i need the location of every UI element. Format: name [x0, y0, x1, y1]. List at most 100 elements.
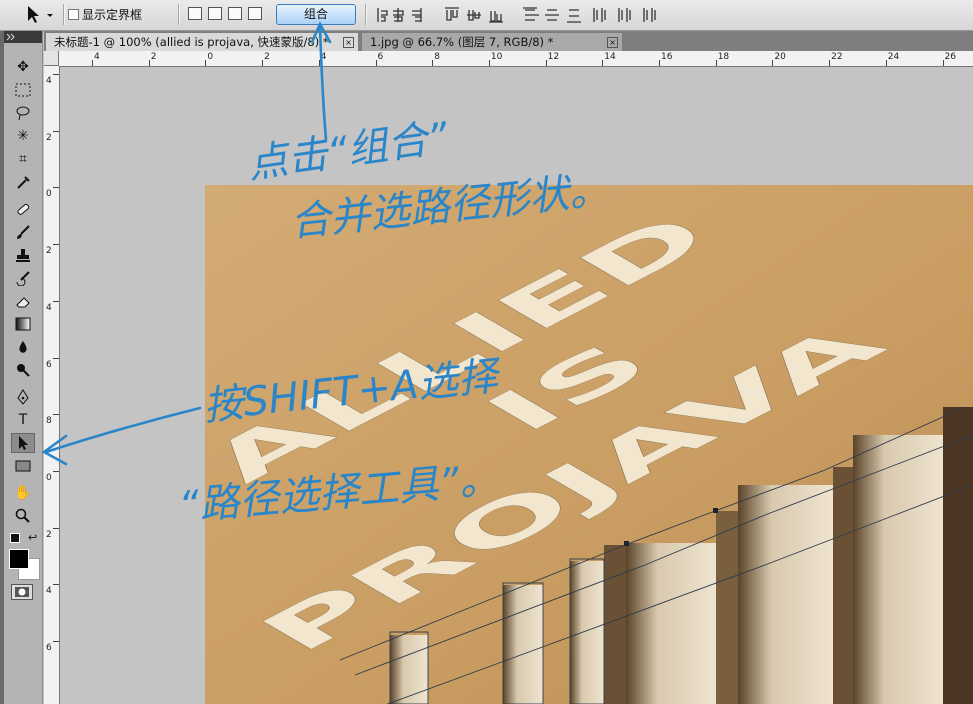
ruler-tick-label: 6: [46, 643, 52, 653]
ruler-tick: [53, 414, 59, 416]
ruler-tick: [659, 60, 660, 66]
marquee-tool-icon[interactable]: [11, 80, 35, 100]
brush-tool-icon[interactable]: [11, 222, 35, 242]
move-tool-icon[interactable]: ✥: [11, 57, 35, 77]
ruler-tick: [53, 584, 59, 586]
ruler-tick-label: 8: [46, 416, 52, 427]
show-bounds-checkbox[interactable]: [68, 9, 79, 20]
ruler-tick: [432, 60, 434, 66]
clone-stamp-tool-icon[interactable]: [11, 245, 35, 265]
tools-panel-header[interactable]: [4, 31, 42, 43]
combine-button[interactable]: 组合: [276, 4, 356, 25]
ruler-tick-label: 0: [46, 189, 52, 200]
ruler-tick-label: 22: [831, 52, 843, 62]
ruler-tick-label: 10: [490, 52, 503, 62]
intersect-shape-area-icon[interactable]: [248, 7, 262, 20]
healing-brush-tool-icon[interactable]: [11, 199, 35, 219]
horizontal-ruler: 4 2 0 2 4 6 8 10 12 14 16 18 20 22 24 26: [44, 51, 973, 67]
ruler-tick: [53, 244, 59, 246]
new-shape-area-icon[interactable]: [188, 7, 202, 20]
ruler-tick: [318, 60, 320, 66]
tab-untitled-1[interactable]: 未标题-1 @ 100% (allied is projava, 快速蒙版/8)…: [46, 33, 358, 51]
canvas-artwork: ALLIED IS PROJAVA: [205, 185, 973, 704]
pen-tool-icon[interactable]: [11, 387, 35, 407]
ruler-tick-label: 8: [434, 52, 440, 62]
eraser-tool-icon[interactable]: [11, 291, 35, 311]
ruler-tick-label: 2: [150, 52, 157, 62]
rectangle-tool-icon[interactable]: [11, 456, 35, 476]
ruler-tick: [53, 357, 59, 359]
ruler-tick: [375, 60, 377, 66]
ruler-tick-label: 20: [774, 52, 786, 62]
ruler-tick-label: 4: [94, 52, 100, 62]
zoom-tool-icon[interactable]: [11, 506, 35, 526]
ruler-tick-label: 6: [377, 52, 384, 62]
quick-mask-button[interactable]: [11, 584, 33, 600]
type-tool-icon[interactable]: T: [11, 410, 35, 430]
default-colors-icon[interactable]: [10, 533, 20, 543]
align-icons[interactable]: [375, 5, 665, 25]
ruler-tick: [53, 527, 59, 529]
annotation-arrow-left: [41, 406, 202, 466]
foreground-color-swatch[interactable]: [9, 549, 29, 569]
ruler-tick-label: 2: [264, 52, 270, 62]
ruler-tick: [205, 60, 207, 66]
show-bounds-label: 显示定界框: [82, 8, 143, 22]
ruler-tick: [53, 74, 59, 75]
tool-preset-picker[interactable]: [20, 3, 60, 25]
blur-tool-icon[interactable]: [11, 337, 35, 357]
annotation-text: 点击“组合”: [245, 114, 451, 188]
ruler-tick: [53, 130, 59, 132]
gradient-tool-icon[interactable]: [11, 314, 35, 334]
tab-label: 未标题-1 @ 100% (allied is projava, 快速蒙版/8)…: [54, 35, 329, 49]
tab-label: 1.jpg @ 66.7% (图层 7, RGB/8) *: [370, 35, 554, 49]
ruler-tick-label: 2: [46, 529, 52, 540]
ruler-tick: [53, 470, 59, 472]
close-icon[interactable]: ×: [343, 37, 354, 48]
ruler-tick-label: 16: [661, 52, 673, 62]
close-icon[interactable]: ×: [607, 37, 618, 48]
lasso-tool-icon[interactable]: [11, 103, 35, 123]
ruler-tick-label: 14: [604, 52, 616, 62]
collapse-chevron-icon: [6, 33, 15, 41]
ruler-tick: [53, 187, 59, 189]
separator: [63, 4, 65, 25]
separator: [178, 4, 180, 25]
ruler-tick: [715, 60, 717, 66]
ruler-tick: [262, 60, 264, 66]
ruler-tick: [53, 300, 59, 302]
ruler-tick: [148, 60, 150, 66]
crop-tool-icon[interactable]: ⌗: [11, 149, 35, 169]
ruler-tick: [488, 60, 490, 66]
ruler-tick-label: 0: [46, 472, 52, 483]
quick-mask-icon: [15, 587, 29, 597]
ruler-tick: [829, 60, 831, 66]
subtract-shape-area-icon[interactable]: [228, 7, 242, 20]
ruler-tick: [92, 60, 93, 66]
ruler-tick: [942, 60, 944, 66]
add-shape-area-icon[interactable]: [208, 7, 222, 20]
options-bar: 显示定界框 组合: [0, 0, 973, 31]
ruler-tick-label: 4: [320, 52, 327, 62]
document-canvas[interactable]: ALLIED IS PROJAVA: [205, 185, 973, 704]
ruler-tick-label: 4: [46, 586, 52, 597]
magic-wand-tool-icon[interactable]: ✳: [11, 126, 35, 146]
ruler-tick-label: 2: [46, 246, 52, 257]
path-selection-tool-icon[interactable]: [11, 433, 35, 453]
swap-colors-icon[interactable]: ↩: [28, 531, 37, 544]
vertical-ruler: 4 2 0 2 4 6 8 0 2 4 6: [44, 66, 60, 704]
document-tabs: 未标题-1 @ 100% (allied is projava, 快速蒙版/8)…: [44, 31, 973, 51]
ruler-tick-label: 26: [944, 52, 956, 62]
dodge-tool-icon[interactable]: [11, 360, 35, 380]
hand-tool-icon[interactable]: ✋: [11, 483, 35, 503]
eyedropper-tool-icon[interactable]: [11, 172, 35, 192]
tab-1jpg[interactable]: 1.jpg @ 66.7% (图层 7, RGB/8) * ×: [362, 33, 622, 51]
move-arrow-icon: [28, 6, 53, 23]
ruler-tick-label: 6: [46, 359, 52, 370]
ruler-tick: [885, 60, 887, 66]
history-brush-tool-icon[interactable]: [11, 268, 35, 288]
ruler-tick-label: 4: [46, 302, 52, 313]
ruler-tick: [602, 60, 604, 66]
ruler-tick-label: 24: [887, 52, 900, 62]
tools-panel: ✥ ✳ ⌗ T ✋ ↩: [4, 31, 43, 704]
